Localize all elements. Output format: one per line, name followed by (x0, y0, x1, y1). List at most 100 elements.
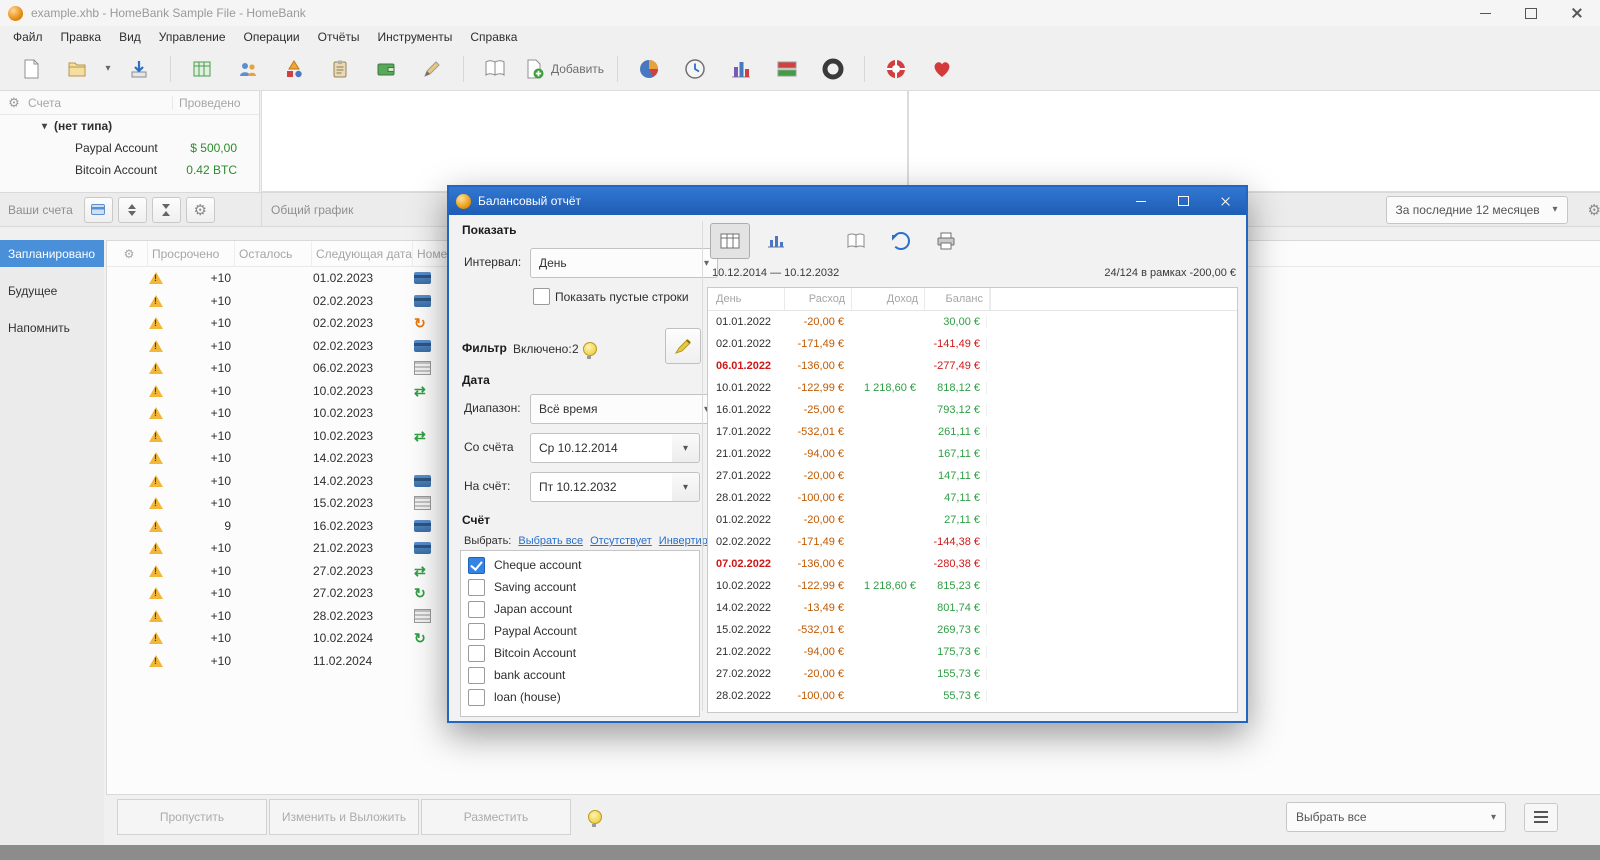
scheduled-col-1[interactable]: Осталось (234, 241, 311, 266)
collapse-all-button[interactable] (151, 196, 181, 223)
menu-item[interactable]: Вид (110, 28, 150, 46)
expander-icon[interactable]: ▾ (42, 121, 47, 132)
scheduled-col-2[interactable]: Следующая дата (311, 241, 412, 266)
budget-report-button[interactable] (718, 51, 764, 87)
accounts-settings-button[interactable]: ⚙ (185, 196, 215, 223)
range-filter-dropdown[interactable]: За последние 12 месяцев ▾ (1385, 195, 1568, 224)
sidebar-tab-remind[interactable]: Напомнить (0, 314, 104, 341)
statistics-report-button[interactable] (626, 51, 672, 87)
account-filter-row[interactable]: Cheque account (461, 554, 699, 576)
print-button[interactable] (927, 224, 965, 258)
report-row[interactable]: 28.02.2022 -100,00 € 55,73 € (708, 685, 1237, 707)
report-row[interactable]: 27.01.2022 -20,00 € 147,11 € (708, 465, 1237, 487)
vehicle-cost-button[interactable] (810, 51, 856, 87)
dialog-minimize-button[interactable] (1120, 187, 1162, 215)
checkbox[interactable] (468, 666, 485, 684)
refresh-button[interactable] (882, 224, 920, 258)
open-recent-dropdown[interactable]: ▾ (100, 51, 116, 87)
report-row[interactable]: 02.02.2022 -171,49 € -144,38 € (708, 531, 1237, 553)
edit-account-button[interactable] (83, 196, 113, 223)
report-row[interactable]: 10.02.2022 -122,99 € 1 218,60 € 815,23 € (708, 575, 1237, 597)
balance-report-button[interactable] (764, 51, 810, 87)
range-combobox[interactable]: Всё время ▾ (530, 394, 718, 424)
checkbox[interactable] (468, 600, 485, 618)
assignments-button[interactable] (409, 51, 455, 87)
menu-item[interactable]: Отчёты (309, 28, 369, 46)
menu-item[interactable]: Справка (461, 28, 526, 46)
select-all-dropdown[interactable]: Выбрать все ▾ (1286, 802, 1506, 832)
from-date-dropdown-button[interactable]: ▾ (672, 433, 700, 463)
list-view-button[interactable] (710, 223, 750, 259)
new-file-button[interactable] (8, 51, 54, 87)
menu-item[interactable]: Правка (52, 28, 111, 46)
add-operation-button[interactable]: Добавить (518, 51, 609, 87)
edit-post-button[interactable]: Изменить и Выложить (269, 799, 419, 835)
report-row[interactable]: 10.01.2022 -122,99 € 1 218,60 € 818,12 € (708, 377, 1237, 399)
report-col-1[interactable]: Расход (784, 288, 851, 310)
report-col-0[interactable]: День (708, 288, 784, 310)
budget-button[interactable] (317, 51, 363, 87)
account-group-row[interactable]: ▾ (нет типа) (0, 115, 259, 137)
detail-button[interactable] (837, 224, 875, 258)
report-row[interactable]: 01.02.2022 -20,00 € 27,11 € (708, 509, 1237, 531)
open-file-button[interactable] (54, 51, 100, 87)
gear-icon[interactable]: ⚙ (0, 95, 28, 111)
report-row[interactable]: 01.01.2022 -20,00 € 30,00 € (708, 311, 1237, 333)
chart-view-button[interactable] (757, 224, 795, 258)
trendtime-report-button[interactable] (672, 51, 718, 87)
menu-toggle-button[interactable] (1524, 802, 1558, 832)
checkbox[interactable] (468, 556, 485, 574)
report-col-2[interactable]: Доход (851, 288, 924, 310)
accounts-col-status[interactable]: Проведено (172, 95, 259, 110)
accounts-col-name[interactable]: Счета (28, 96, 172, 110)
donate-button[interactable] (919, 51, 965, 87)
maximize-button[interactable] (1508, 0, 1554, 26)
to-date-dropdown-button[interactable]: ▾ (672, 472, 700, 502)
account-filter-row[interactable]: Paypal Account (461, 620, 699, 642)
categories-button[interactable] (271, 51, 317, 87)
checkbox[interactable] (468, 622, 485, 640)
report-row[interactable]: 16.01.2022 -25,00 € 793,12 € (708, 399, 1237, 421)
minimize-button[interactable] (1462, 0, 1508, 26)
close-button[interactable] (1554, 0, 1600, 26)
from-date-field[interactable]: Ср 10.12.2014 (530, 433, 690, 463)
wallet-button[interactable] (363, 51, 409, 87)
report-row[interactable]: 21.01.2022 -94,00 € 167,11 € (708, 443, 1237, 465)
scheduled-col-0[interactable]: Просрочено (147, 241, 234, 266)
expand-all-button[interactable] (117, 196, 147, 223)
checkbox[interactable] (468, 644, 485, 662)
select-all-link[interactable]: Выбрать все (518, 535, 583, 547)
dialog-maximize-button[interactable] (1162, 187, 1204, 215)
menu-item[interactable]: Управление (150, 28, 235, 46)
menu-item[interactable]: Инструменты (369, 28, 462, 46)
sidebar-tab-future[interactable]: Будущее (0, 277, 104, 304)
report-row[interactable]: 17.01.2022 -532,01 € 261,11 € (708, 421, 1237, 443)
to-date-field[interactable]: Пт 10.12.2032 (530, 472, 690, 502)
sidebar-tab-scheduled[interactable]: Запланировано (0, 240, 104, 267)
report-row[interactable]: 21.02.2022 -94,00 € 175,73 € (708, 641, 1237, 663)
clear-filter-button[interactable] (665, 328, 701, 364)
checkbox[interactable] (468, 578, 485, 596)
report-row[interactable]: 02.01.2022 -171,49 € -141,49 € (708, 333, 1237, 355)
interval-combobox[interactable]: День ▾ (530, 248, 718, 278)
report-row[interactable]: 27.02.2022 -20,00 € 155,73 € (708, 663, 1237, 685)
checkbox[interactable] (468, 688, 485, 706)
menu-item[interactable]: Операции (235, 28, 309, 46)
report-row[interactable]: 28.01.2022 -100,00 € 47,11 € (708, 487, 1237, 509)
post-button[interactable]: Разместить (421, 799, 571, 835)
report-row[interactable]: 07.02.2022 -136,00 € -280,38 € (708, 553, 1237, 575)
report-col-3[interactable]: Баланс (924, 288, 990, 310)
show-empty-rows-checkbox[interactable] (533, 288, 550, 305)
gear-icon[interactable]: ⚙ (107, 241, 147, 266)
report-row[interactable]: 14.02.2022 -13,49 € 801,74 € (708, 597, 1237, 619)
report-row[interactable]: 15.02.2022 -532,01 € 269,73 € (708, 619, 1237, 641)
panel-settings-button[interactable]: ⚙ (1588, 201, 1600, 219)
account-filter-row[interactable]: Bitcoin Account (461, 642, 699, 664)
account-row[interactable]: Paypal Account $ 500,00 (0, 137, 259, 159)
account-filter-row[interactable]: Japan account (461, 598, 699, 620)
account-filter-row[interactable]: loan (house) (461, 686, 699, 708)
save-button[interactable] (116, 51, 162, 87)
account-filter-row[interactable]: bank account (461, 664, 699, 686)
dialog-close-button[interactable] (1204, 187, 1246, 215)
show-ledger-button[interactable] (472, 51, 518, 87)
